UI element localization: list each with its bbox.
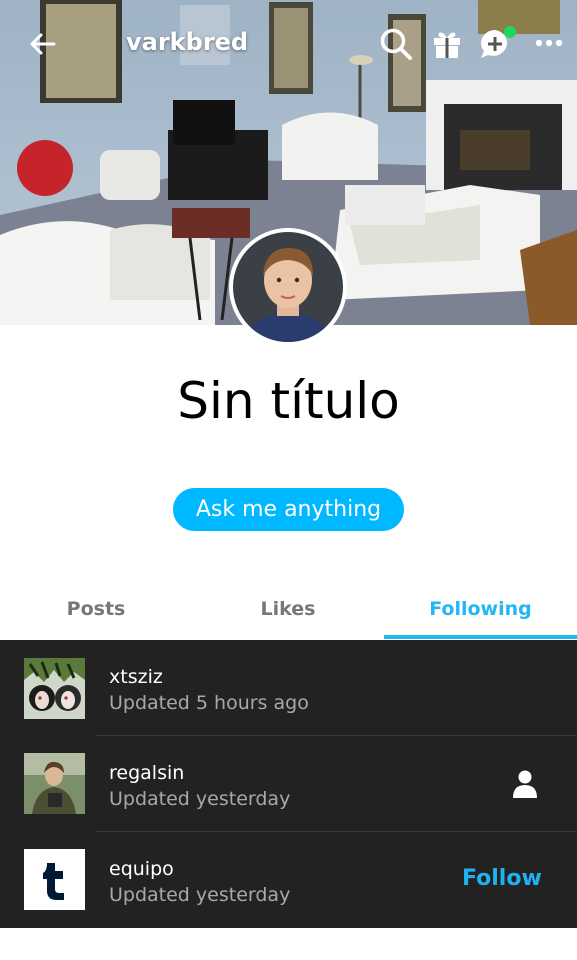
active-tab-indicator [384, 635, 577, 639]
blog-avatar[interactable] [24, 658, 85, 719]
tab-following[interactable]: Following [384, 580, 577, 638]
new-message-icon[interactable] [478, 26, 518, 62]
profile-avatar[interactable] [229, 228, 347, 346]
blog-name: regalsin [109, 762, 185, 784]
person-icon[interactable] [512, 770, 538, 802]
back-arrow-icon[interactable] [26, 28, 58, 60]
tab-posts[interactable]: Posts [0, 580, 192, 638]
gift-icon[interactable] [430, 26, 464, 60]
blog-avatar[interactable] [24, 753, 85, 814]
tumblr-logo-icon[interactable] [24, 849, 85, 910]
updated-text: Updated yesterday [109, 788, 291, 810]
notification-dot [504, 26, 516, 38]
blog-title: Sin título [177, 372, 400, 430]
blog-name: xtsziz [109, 666, 163, 688]
profile-tabs: Posts Likes Following [0, 580, 577, 640]
updated-text: Updated yesterday [109, 884, 291, 906]
ask-me-anything-button[interactable]: Ask me anything [173, 488, 404, 531]
blog-name[interactable]: varkbred [126, 28, 248, 56]
following-list: xtsziz Updated 5 hours ago regalsin Upda… [0, 640, 577, 928]
more-options-icon[interactable] [534, 30, 564, 56]
top-navigation-bar: varkbred [0, 0, 577, 88]
search-icon[interactable] [378, 26, 414, 62]
tab-likes[interactable]: Likes [192, 580, 384, 638]
list-item[interactable]: regalsin Updated yesterday [0, 736, 577, 832]
blog-name: equipo [109, 858, 174, 880]
follow-button[interactable]: Follow [462, 866, 542, 891]
list-item[interactable]: equipo Updated yesterday Follow [0, 832, 577, 928]
list-item[interactable]: xtsziz Updated 5 hours ago [0, 640, 577, 736]
updated-text: Updated 5 hours ago [109, 692, 309, 714]
